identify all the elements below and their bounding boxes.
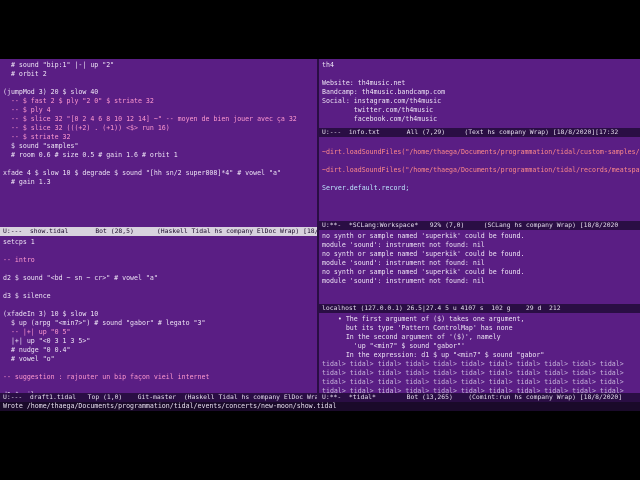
text-line[interactable]: # nudge "0 0.4"	[3, 346, 71, 354]
text-line[interactable]: module 'sound': instrument not found: ni…	[322, 259, 485, 267]
text-line[interactable]: ~dirt.loadSoundFiles("/home/thaega/Docum…	[322, 166, 640, 174]
editor-text[interactable]: th4 Website: th4music.net Bandcamp: th4m…	[319, 59, 640, 126]
text-line[interactable]: no synth or sample named 'superkik' coul…	[322, 268, 524, 276]
text-line[interactable]: but its type 'Pattern ControlMap' has no…	[322, 324, 513, 332]
text-line[interactable]: Website: th4music.net	[322, 79, 405, 87]
text-line[interactable]: • The first argument of ($) takes one ar…	[322, 315, 525, 323]
text-line[interactable]: In the expression: d1 $ up "<min7" $ sou…	[322, 351, 545, 359]
modeline-show-tidal[interactable]: U:--- show.tidal Bot (28,5) (Haskell Tid…	[0, 227, 317, 236]
text-line[interactable]: -- intro	[3, 256, 35, 264]
text-line[interactable]: -- $ ply 4	[3, 106, 51, 114]
text-line[interactable]: ~dirt.loadSoundFiles("/home/thaega/Docum…	[322, 148, 640, 156]
text-line[interactable]: no synth or sample named 'superkik' coul…	[322, 232, 524, 240]
repl-text[interactable]: • The first argument of ($) takes one ar…	[319, 313, 640, 393]
text-line[interactable]: xfade 4 $ slow 10 $ degrade $ sound "[hh…	[3, 169, 281, 177]
text-line[interactable]: d3 $ silence	[3, 292, 51, 300]
modeline-sclang-workspace[interactable]: U:**- *SCLang:Workspace* 92% (7,0) (SCLa…	[319, 221, 640, 230]
text-line[interactable]: $ up (arpg "<min7>") # sound "gabor" # l…	[3, 319, 206, 327]
text-line[interactable]: Social: instagram.com/th4music	[322, 97, 441, 105]
text-line[interactable]: d2 $ sound "<bd ~ sn ~ cr>" # vowel "a"	[3, 274, 158, 282]
modeline-draft1-tidal[interactable]: U:--- draft1.tidal Top (1,0) Git-master …	[0, 393, 317, 402]
editor-text[interactable]: setcps 1 -- intro d2 $ sound "<bd ~ sn ~…	[0, 236, 317, 393]
text-line[interactable]: # sound "bip:1" |-| up "2"	[3, 61, 114, 69]
text-line[interactable]: (jumpMod 3) 20 $ slow 40	[3, 88, 98, 96]
text-line[interactable]: tidal> tidal> tidal> tidal> tidal> tidal…	[322, 360, 624, 368]
text-line[interactable]: Bandcamp: th4music.bandcamp.com	[322, 88, 445, 96]
text-line[interactable]: Server.default.record;	[322, 184, 409, 192]
text-line[interactable]: -- $ striate 32	[3, 133, 71, 141]
text-line[interactable]: th4	[322, 61, 334, 69]
echo-area: Wrote /home/thaega/Documents/programmati…	[0, 402, 640, 411]
text-line[interactable]: module 'sound': instrument not found: ni…	[322, 277, 485, 285]
tidal-repl-pane[interactable]: • The first argument of ($) takes one ar…	[319, 313, 640, 393]
modeline-tidal-repl[interactable]: U:**- *tidal* Bot (13,265) (Comint:run h…	[319, 393, 640, 402]
sclang-post-window[interactable]: no synth or sample named 'superkik' coul…	[319, 230, 640, 304]
editor-text[interactable]: ~dirt.loadSoundFiles("/home/thaega/Docum…	[319, 137, 640, 195]
text-line[interactable]: no synth or sample named 'superkik' coul…	[322, 250, 524, 258]
editor-pane-show-tidal[interactable]: # sound "bip:1" |-| up "2" # orbit 2 (ju…	[0, 59, 317, 227]
text-line[interactable]: |+| up "<0 3 1 3 5>"	[3, 337, 90, 345]
emacs-frame: # sound "bip:1" |-| up "2" # orbit 2 (ju…	[0, 59, 640, 411]
editor-pane-info-txt[interactable]: th4 Website: th4music.net Bandcamp: th4m…	[319, 59, 640, 128]
editor-pane-draft1-tidal[interactable]: setcps 1 -- intro d2 $ sound "<bd ~ sn ~…	[0, 236, 317, 393]
text-line[interactable]: tidal> tidal> tidal> tidal> tidal> tidal…	[322, 378, 624, 386]
modeline-sc-server-status: localhost (127.0.0.1) 26.5|27.4 5 u 4107…	[319, 304, 640, 313]
text-line[interactable]: -- suggestion : rajouter un bip façon vi…	[3, 373, 209, 381]
modeline-info-txt[interactable]: U:--- info.txt All (7,29) (Text hs compa…	[319, 128, 640, 137]
text-line[interactable]: -- $ fast 2 $ ply "2 0" $ striate 32	[3, 97, 154, 105]
text-line[interactable]: $ sound "samples"	[3, 142, 79, 150]
text-line[interactable]: -- |+| up "0 5"	[3, 328, 71, 336]
text-line[interactable]: -- $ slice 32 (((+2) . (+1)) <$> run 16)	[3, 124, 170, 132]
text-line[interactable]: In the second argument of '($)', namely	[322, 333, 501, 341]
text-line[interactable]: (xfadeIn 3) 10 $ slow 10	[3, 310, 98, 318]
text-line[interactable]: # orbit 2	[3, 70, 47, 78]
text-line[interactable]: setcps 1	[3, 238, 35, 246]
text-line[interactable]: module 'sound': instrument not found: ni…	[322, 241, 485, 249]
text-line[interactable]: 'up "<min7" $ sound "gabor"'	[322, 342, 465, 350]
post-text[interactable]: no synth or sample named 'superkik' coul…	[319, 230, 640, 288]
text-line[interactable]: twitter.com/th4music	[322, 106, 433, 114]
text-line[interactable]: facebook.com/th4music	[322, 115, 437, 123]
text-line[interactable]: # gain 1.3	[3, 178, 51, 186]
text-line[interactable]: # room 0.6 # size 0.5 # gain 1.6 # orbit…	[3, 151, 178, 159]
text-line[interactable]: tidal> tidal> tidal> tidal> tidal> tidal…	[322, 369, 624, 377]
text-line[interactable]: # vowel "o"	[3, 355, 55, 363]
text-line[interactable]: -- $ slice 32 "[0 2 4 6 8 10 12 14] ~" -…	[3, 115, 297, 123]
editor-pane-sclang-workspace[interactable]: ~dirt.loadSoundFiles("/home/thaega/Docum…	[319, 137, 640, 221]
editor-text[interactable]: # sound "bip:1" |-| up "2" # orbit 2 (ju…	[0, 59, 317, 189]
